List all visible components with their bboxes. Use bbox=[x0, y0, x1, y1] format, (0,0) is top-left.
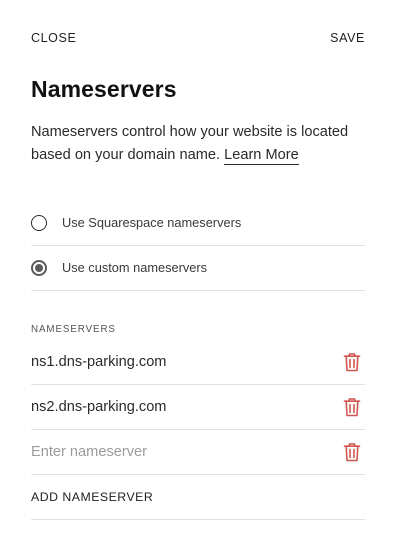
radio-checked-icon[interactable] bbox=[31, 259, 47, 276]
nameservers-section-label: NAMESERVERS bbox=[31, 324, 116, 335]
top-bar: CLOSE SAVE bbox=[31, 29, 365, 47]
nameserver-input[interactable] bbox=[31, 443, 311, 460]
page-title: Nameservers bbox=[31, 76, 177, 102]
close-button[interactable]: CLOSE bbox=[31, 31, 76, 45]
trash-icon[interactable] bbox=[343, 352, 361, 372]
learn-more-link[interactable]: Learn More bbox=[224, 147, 299, 165]
nameserver-row: ns1.dns-parking.com bbox=[31, 339, 365, 385]
option-label: Use Squarespace nameservers bbox=[62, 215, 242, 230]
description-text: Nameservers control how your website is … bbox=[31, 124, 349, 163]
page-description: Nameservers control how your website is … bbox=[31, 121, 371, 167]
nameserver-value[interactable]: ns2.dns-parking.com bbox=[31, 399, 166, 415]
nameserver-value[interactable]: ns1.dns-parking.com bbox=[31, 354, 166, 370]
add-nameserver-button[interactable]: ADD NAMESERVER bbox=[31, 490, 153, 504]
new-nameserver-row bbox=[31, 429, 365, 475]
save-button[interactable]: SAVE bbox=[330, 31, 365, 45]
option-squarespace-nameservers[interactable]: Use Squarespace nameservers bbox=[31, 200, 365, 246]
add-nameserver-row: ADD NAMESERVER bbox=[31, 475, 365, 520]
trash-icon[interactable] bbox=[343, 397, 361, 417]
nameserver-row: ns2.dns-parking.com bbox=[31, 384, 365, 430]
radio-unchecked-icon[interactable] bbox=[31, 214, 47, 231]
option-label: Use custom nameservers bbox=[62, 260, 208, 275]
trash-icon[interactable] bbox=[343, 442, 361, 462]
option-custom-nameservers[interactable]: Use custom nameservers bbox=[31, 245, 365, 291]
